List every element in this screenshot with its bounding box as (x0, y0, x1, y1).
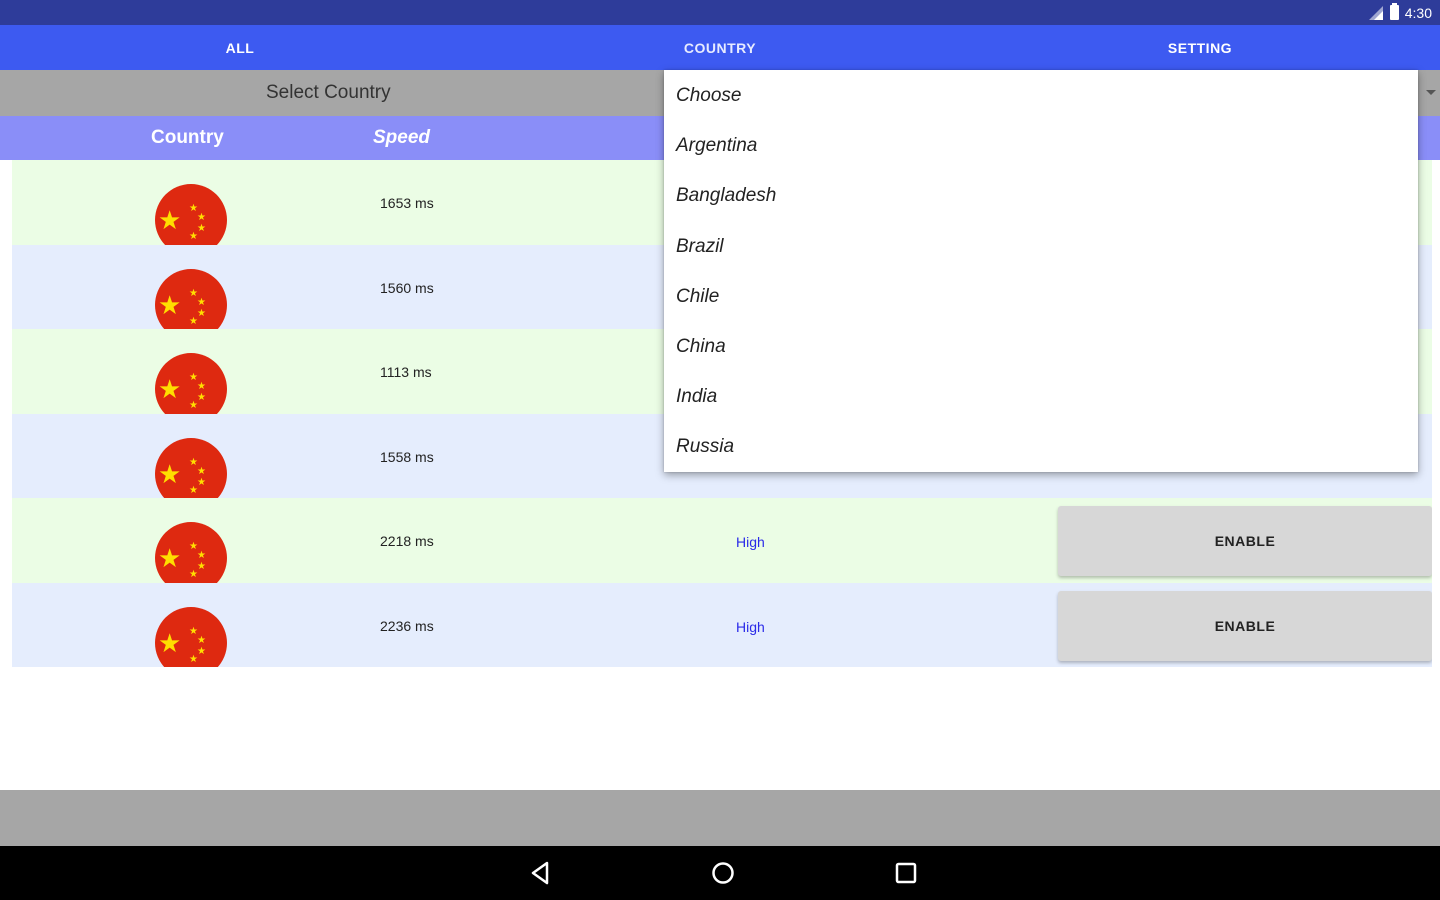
speed-value: 1560 ms (380, 279, 434, 296)
tab-country[interactable]: COUNTRY (480, 25, 960, 70)
dropdown-option-brazil[interactable]: Brazil (664, 221, 1418, 271)
enable-button[interactable]: ENABLE (1058, 506, 1432, 576)
bottom-bar (0, 790, 1440, 846)
tab-setting[interactable]: SETTING (960, 25, 1440, 70)
country-dropdown-menu: Choose Argentina Bangladesh Brazil Chile… (664, 70, 1418, 472)
china-flag-icon: ★ ★ ★ ★ ★ (155, 268, 227, 329)
status-bar: 4:30 (0, 0, 1440, 25)
china-flag-icon: ★ ★ ★ ★ ★ (155, 606, 227, 667)
quality-label: High (736, 618, 765, 635)
status-time: 4:30 (1404, 4, 1432, 21)
dropdown-option-argentina[interactable]: Argentina (664, 120, 1418, 170)
recents-icon[interactable] (892, 859, 920, 887)
dropdown-arrow-icon (1426, 90, 1436, 95)
back-icon[interactable] (527, 859, 555, 887)
dropdown-option-russia[interactable]: Russia (664, 421, 1418, 471)
table-row: ★ ★ ★ ★ ★ 2218 ms High ENABLE (12, 498, 1432, 583)
tab-bar: ALL COUNTRY SETTING (0, 25, 1440, 70)
status-icons: 4:30 (1368, 3, 1432, 22)
enable-button[interactable]: ENABLE (1058, 590, 1432, 661)
speed-value: 1113 ms (380, 364, 432, 380)
battery-icon (1389, 3, 1399, 20)
dropdown-option-bangladesh[interactable]: Bangladesh (664, 170, 1418, 220)
header-country: Country (151, 127, 224, 148)
quality-label: High (736, 534, 765, 550)
speed-value: 2236 ms (380, 617, 434, 634)
signal-icon (1368, 5, 1383, 20)
china-flag-icon: ★ ★ ★ ★ ★ (155, 522, 227, 583)
tab-all[interactable]: ALL (0, 25, 480, 70)
navigation-bar (0, 846, 1440, 900)
speed-value: 1653 ms (380, 195, 434, 211)
china-flag-icon: ★ ★ ★ ★ ★ (155, 184, 227, 245)
home-icon[interactable] (709, 859, 737, 887)
dropdown-option-choose[interactable]: Choose (664, 70, 1418, 120)
speed-value: 1558 ms (380, 448, 434, 465)
table-row: ★ ★ ★ ★ ★ 2236 ms High ENABLE (12, 582, 1432, 667)
dropdown-option-chile[interactable]: Chile (664, 271, 1418, 321)
dropdown-option-india[interactable]: India (664, 371, 1418, 421)
china-flag-icon: ★ ★ ★ ★ ★ (155, 437, 227, 498)
dropdown-option-china[interactable]: China (664, 321, 1418, 371)
china-flag-icon: ★ ★ ★ ★ ★ (155, 353, 227, 414)
speed-value: 2218 ms (380, 533, 434, 549)
select-country-label: Select Country (266, 82, 391, 103)
header-speed: Speed (373, 127, 431, 148)
